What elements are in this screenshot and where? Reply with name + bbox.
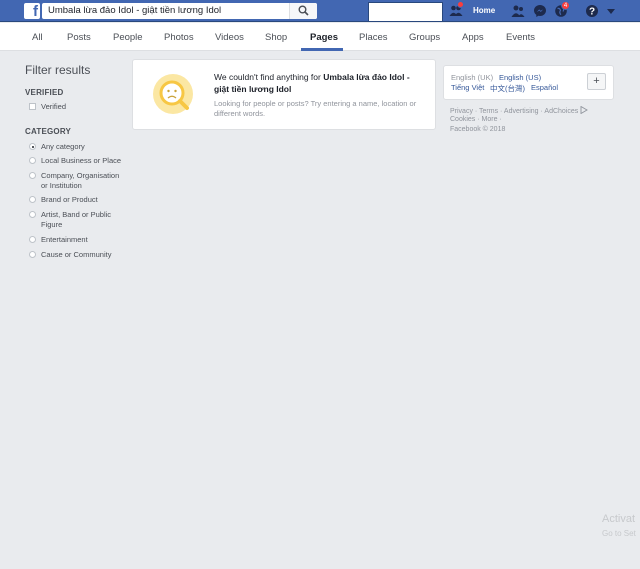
- category-heading: CATEGORY: [25, 127, 72, 136]
- language-link-english-us[interactable]: English (US): [499, 73, 541, 82]
- help-icon[interactable]: ?: [585, 4, 599, 18]
- verified-heading: VERIFIED: [25, 88, 64, 97]
- friends-badge: [457, 1, 464, 8]
- tab-places[interactable]: Places: [359, 32, 388, 43]
- tab-people[interactable]: People: [113, 32, 143, 43]
- activation-watermark-title: Activat: [602, 513, 636, 525]
- facebook-logo[interactable]: f: [24, 3, 40, 19]
- tab-photos[interactable]: Photos: [164, 32, 194, 43]
- language-link-chinese-taiwan[interactable]: 中文(台灣): [490, 83, 525, 94]
- search-icon: [298, 5, 309, 16]
- home-link[interactable]: Home: [473, 6, 495, 15]
- footer-links-row-2[interactable]: Cookies · More ·: [450, 116, 502, 123]
- category-option-any[interactable]: Any category: [29, 142, 127, 152]
- radio-button[interactable]: [29, 251, 36, 258]
- category-option-entertainment[interactable]: Entertainment: [29, 235, 127, 245]
- account-menu-chevron-down-icon[interactable]: [604, 4, 618, 18]
- tab-all[interactable]: All: [32, 32, 43, 43]
- active-tab-indicator: [301, 48, 343, 51]
- radio-button[interactable]: [29, 196, 36, 203]
- profile-link-box[interactable]: [368, 2, 443, 22]
- language-selector-card: English (UK) English (US) Tiếng Việt 中文(…: [443, 65, 614, 100]
- tab-videos[interactable]: Videos: [215, 32, 244, 43]
- svg-text:?: ?: [589, 7, 595, 18]
- no-results-message: We couldn't find anything for Umbala lừa…: [214, 72, 410, 94]
- more-languages-button[interactable]: +: [587, 73, 606, 90]
- friend-requests-icon[interactable]: [511, 4, 525, 18]
- messenger-icon[interactable]: [533, 4, 547, 18]
- radio-button[interactable]: [29, 236, 36, 243]
- search-input[interactable]: Umbala lừa đảo Idol - giật tiền lương Id…: [48, 5, 221, 16]
- category-option-brand[interactable]: Brand or Product: [29, 195, 127, 205]
- notification-count-badge: 4: [561, 1, 570, 10]
- no-results-magnifier-icon: [153, 74, 193, 114]
- category-option-local-business[interactable]: Local Business or Place: [29, 156, 127, 166]
- current-language: English (UK): [451, 73, 494, 82]
- activation-watermark-subtitle: Go to Set: [602, 529, 636, 538]
- language-link-spanish[interactable]: Español: [531, 83, 558, 92]
- tab-apps[interactable]: Apps: [462, 32, 484, 43]
- footer-copyright: Facebook © 2018: [450, 126, 506, 133]
- top-navigation-bar: f Umbala lừa đảo Idol - giật tiền lương …: [0, 0, 640, 22]
- no-results-hint: Looking for people or posts? Try enterin…: [214, 99, 417, 118]
- search-box[interactable]: Umbala lừa đảo Idol - giật tiền lương Id…: [42, 3, 317, 19]
- tab-pages[interactable]: Pages: [310, 32, 338, 43]
- tab-posts[interactable]: Posts: [67, 32, 91, 43]
- radio-selected[interactable]: [29, 143, 36, 150]
- tab-groups[interactable]: Groups: [409, 32, 440, 43]
- search-button[interactable]: [289, 3, 317, 19]
- radio-button[interactable]: [29, 157, 36, 164]
- radio-button[interactable]: [29, 211, 36, 218]
- radio-button[interactable]: [29, 172, 36, 179]
- no-results-card: We couldn't find anything for Umbala lừa…: [132, 59, 436, 130]
- tab-events[interactable]: Events: [506, 32, 535, 43]
- checkbox-control[interactable]: [29, 103, 36, 110]
- language-link-vietnamese[interactable]: Tiếng Việt: [451, 83, 484, 92]
- footer-links-row-1[interactable]: Privacy · Terms · Advertising · AdChoice…: [450, 105, 589, 115]
- tab-shop[interactable]: Shop: [265, 32, 287, 43]
- adchoices-icon[interactable]: [580, 105, 589, 115]
- verified-checkbox[interactable]: Verified: [29, 102, 127, 112]
- search-filter-tabs: All Posts People Photos Videos Shop Page…: [0, 23, 640, 51]
- category-option-company[interactable]: Company, Organisation or Institution: [29, 171, 127, 191]
- filter-results-heading: Filter results: [25, 63, 91, 77]
- category-option-cause[interactable]: Cause or Community: [29, 250, 127, 260]
- category-option-artist[interactable]: Artist, Band or Public Figure: [29, 210, 127, 230]
